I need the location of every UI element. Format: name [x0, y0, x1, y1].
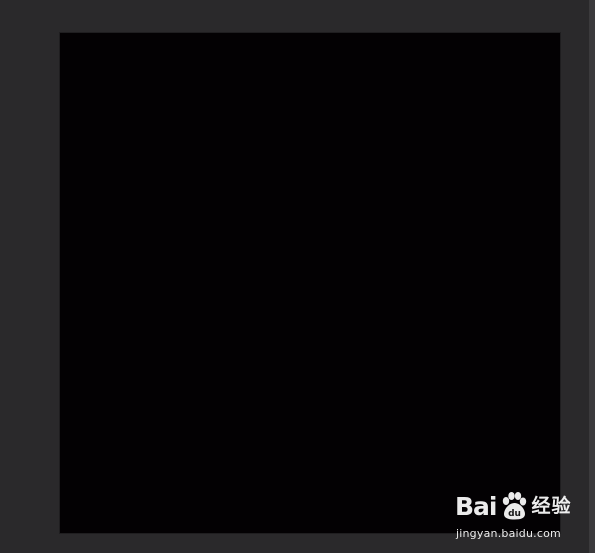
- watermark-brand-suffix: 经验: [531, 494, 572, 517]
- baidu-jingyan-watermark: Bai du 经验 jingyan.baidu.com: [455, 488, 590, 544]
- watermark-url: jingyan.baidu.com: [456, 527, 561, 540]
- workspace-edge: [589, 0, 595, 553]
- document-canvas[interactable]: [60, 33, 560, 533]
- watermark-brand-du: du: [508, 509, 521, 519]
- baidu-paw-icon: du: [502, 492, 526, 520]
- editor-workspace: Bai du 经验 jingyan.baidu.com: [0, 0, 595, 553]
- watermark-logo-row: Bai du 经验: [455, 488, 572, 524]
- watermark-brand-prefix: Bai: [455, 491, 497, 521]
